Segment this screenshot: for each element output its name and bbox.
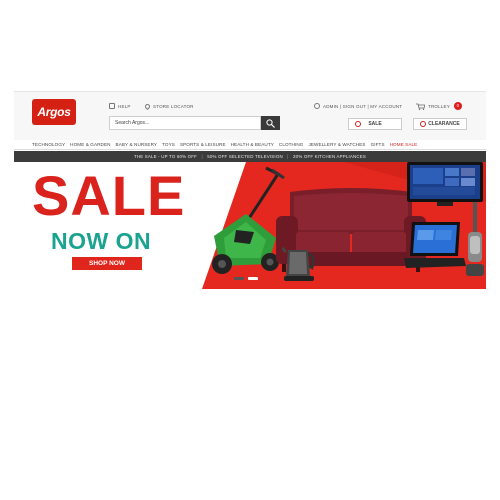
laptop-image	[404, 222, 466, 268]
kettle-image	[282, 246, 315, 281]
sale-button-label: SALE	[368, 121, 382, 127]
nav-item-baby-nursery[interactable]: BABY & NURSERY	[116, 142, 158, 147]
help-label: HELP	[118, 103, 131, 109]
clearance-button[interactable]: CLEARANCE	[413, 118, 467, 130]
nav-item-toys[interactable]: TOYS	[162, 142, 175, 147]
carousel-dot-2[interactable]	[248, 277, 258, 280]
category-nav: TECHNOLOGY HOME & GARDEN BABY & NURSERY …	[14, 140, 486, 150]
location-pin-icon	[143, 102, 152, 110]
nav-item-gifts[interactable]: GIFTS	[371, 142, 385, 147]
nav-item-sports-leisure[interactable]: SPORTS & LEISURE	[180, 142, 226, 147]
promo-item-television[interactable]: 50% OFF SELECTED TELEVISION	[207, 154, 283, 159]
account-links-label: ADMIN | SIGN OUT | MY ACCOUNT	[323, 103, 403, 109]
trolley-count-badge: 0	[453, 102, 462, 110]
carousel-dot-1[interactable]	[234, 277, 244, 280]
search-button[interactable]	[261, 116, 280, 130]
nav-item-jewellery-watches[interactable]: JEWELLERY & WATCHES	[308, 142, 365, 147]
sale-button[interactable]: SALE	[348, 118, 402, 130]
promo-separator: |	[287, 154, 289, 159]
carousel-indicators	[234, 277, 258, 280]
store-locator-link[interactable]: STORE LOCATOR	[143, 101, 194, 111]
help-icon	[109, 103, 115, 109]
trolley-label: TROLLEY	[428, 103, 450, 109]
clearance-button-label: CLEARANCE	[428, 121, 460, 127]
shop-now-button[interactable]: SHOP NOW	[72, 257, 142, 270]
trolley-link[interactable]: TROLLEY 0	[416, 101, 462, 111]
nav-item-clothing[interactable]: CLOTHING	[279, 142, 304, 147]
argos-logo[interactable]: Argos	[32, 99, 76, 125]
promo-separator: |	[201, 154, 203, 159]
account-links[interactable]: ADMIN | SIGN OUT | MY ACCOUNT	[314, 101, 402, 111]
promo-item-sale[interactable]: THE SALE - UP TO 60% OFF	[134, 154, 197, 159]
search-icon	[266, 119, 275, 128]
nav-item-health-beauty[interactable]: HEALTH & BEAUTY	[231, 142, 274, 147]
promo-item-kitchen[interactable]: 20% OFF KITCHEN APPLIANCES	[293, 154, 366, 159]
promo-bar: THE SALE - UP TO 60% OFF | 50% OFF SELEC…	[14, 151, 486, 162]
trolley-icon	[416, 103, 425, 110]
lawnmower-image	[212, 166, 285, 274]
sale-tag-icon	[355, 121, 361, 127]
hero-banner[interactable]: SALE NOW ON SHOP NOW	[14, 162, 486, 289]
nav-item-home-sale[interactable]: HOME SALE	[390, 142, 418, 147]
help-link[interactable]: HELP	[109, 101, 131, 111]
nav-item-home-garden[interactable]: HOME & GARDEN	[70, 142, 110, 147]
clearance-tag-icon	[420, 121, 426, 127]
sale-headline: SALE	[32, 164, 186, 227]
now-on-subheadline: NOW ON	[51, 228, 152, 254]
search-input[interactable]: Search Argos...	[109, 116, 261, 130]
site-header: Argos HELP STORE LOCATOR ADMIN | SIGN OU…	[14, 91, 486, 141]
vacuum-cleaner-image	[466, 202, 484, 276]
user-icon	[314, 103, 320, 109]
store-locator-label: STORE LOCATOR	[153, 103, 194, 109]
nav-item-technology[interactable]: TECHNOLOGY	[32, 142, 65, 147]
argos-website: Argos HELP STORE LOCATOR ADMIN | SIGN OU…	[14, 91, 486, 289]
